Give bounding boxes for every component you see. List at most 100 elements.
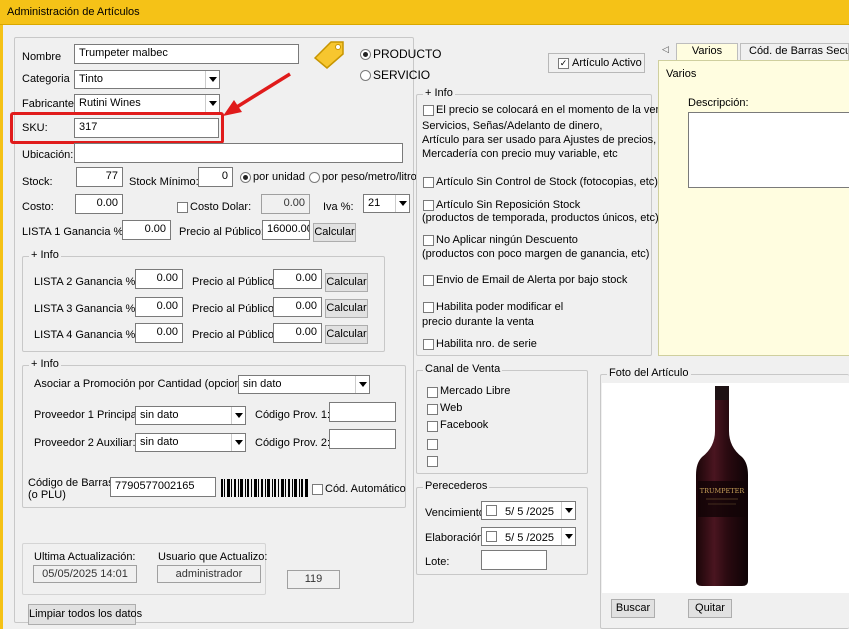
proveedor2-select[interactable]: sin dato: [135, 433, 246, 452]
producto-radio[interactable]: [360, 49, 371, 60]
canal-facebook-checkbox[interactable]: [427, 421, 438, 432]
lista2-ganancia-input[interactable]: 0.00: [135, 269, 183, 289]
vencimiento-date[interactable]: 5/ 5 /2025: [481, 501, 576, 520]
chevron-down-icon: [561, 502, 575, 519]
por-peso-radio[interactable]: [309, 172, 320, 183]
tab-varios[interactable]: Varios: [676, 43, 738, 60]
modificar-precio-checkbox[interactable]: [423, 302, 434, 313]
email-alerta-label: Envio de Email de Alerta por bajo stock: [436, 274, 628, 286]
codbarras-input[interactable]: 7790577002165: [110, 477, 216, 497]
quitar-button[interactable]: Quitar: [688, 599, 732, 618]
listas-group-title: + Info: [29, 249, 61, 261]
canal-extra2-checkbox[interactable]: [427, 456, 438, 467]
perecederos-title: Perecederos: [423, 480, 490, 492]
lista4-ganancia-input[interactable]: 0.00: [135, 323, 183, 343]
precio-publico-label: Precio al Público:: [192, 303, 277, 315]
costo-input[interactable]: 0.00: [75, 194, 123, 214]
tab-cod-barras-secundarios[interactable]: Cód. de Barras Secundarios: [740, 43, 849, 60]
precio-publico-label: Precio al Público:: [192, 329, 277, 341]
nro-serie-checkbox[interactable]: [423, 339, 434, 350]
nombre-input[interactable]: Trumpeter malbec: [74, 44, 299, 64]
codbarras-label: Código de Barras:: [28, 477, 117, 489]
lista4-precio-input[interactable]: 0.00: [273, 323, 322, 343]
stock-minimo-label: Stock Mínimo:: [129, 176, 199, 188]
descripcion-textarea[interactable]: [688, 112, 849, 188]
modificar-precio-label: Habilita poder modificar el: [436, 301, 564, 313]
tab-content: [658, 60, 849, 356]
articulo-activo-label: Artículo Activo: [572, 57, 642, 69]
costo-dolar-checkbox[interactable]: [177, 202, 188, 213]
chevron-down-icon: [231, 434, 245, 451]
proveedor1-label: Proveedor 1 Principal:: [34, 409, 143, 421]
lista2-label: LISTA 2 Ganancia %:: [34, 276, 139, 288]
lista3-ganancia-input[interactable]: 0.00: [135, 297, 183, 317]
canal-web-checkbox[interactable]: [427, 404, 438, 415]
precio-momento-checkbox[interactable]: [423, 105, 434, 116]
iva-select[interactable]: 21: [363, 194, 410, 213]
iva-label: Iva %:: [323, 201, 354, 213]
info-options-title: + Info: [423, 87, 455, 99]
chevron-down-icon: [355, 376, 369, 393]
elaboracion-label: Elaboración:: [425, 532, 487, 544]
proveedor1-select[interactable]: sin dato: [135, 406, 246, 425]
lote-input[interactable]: [481, 550, 547, 570]
canal-extra1-checkbox[interactable]: [427, 439, 438, 450]
vencimiento-checkbox[interactable]: [486, 505, 497, 516]
chevron-down-icon: [205, 95, 219, 112]
articulo-activo-checkbox[interactable]: ✓: [558, 58, 569, 69]
info2-group-title: + Info: [29, 358, 61, 370]
por-unidad-label: por unidad: [253, 171, 305, 183]
descripcion-label: Descripción:: [688, 97, 749, 109]
elaboracion-checkbox[interactable]: [486, 531, 497, 542]
nro-serie-label: Habilita nro. de serie: [436, 338, 537, 350]
limpiar-button[interactable]: Limpiar todos los datos: [28, 604, 142, 625]
lote-label: Lote:: [425, 556, 450, 568]
sku-input[interactable]: 317: [74, 118, 219, 138]
costo-dolar-input: 0.00: [261, 194, 310, 214]
promocion-value: sin dato: [243, 378, 282, 390]
lista1-input[interactable]: 0.00: [122, 220, 171, 240]
ubicacion-label: Ubicación:: [22, 149, 74, 161]
stock-input[interactable]: 77: [76, 167, 123, 187]
por-unidad-radio[interactable]: [240, 172, 251, 183]
lista3-precio-input[interactable]: 0.00: [273, 297, 322, 317]
barcode-icon: [221, 479, 308, 497]
canal-mercado-libre-checkbox[interactable]: [427, 387, 438, 398]
title-bar: Administración de Artículos: [0, 0, 849, 25]
precio1-input[interactable]: 16000.00: [262, 220, 310, 240]
cod-automatico-checkbox[interactable]: [312, 484, 323, 495]
no-descuento-desc: (productos con poco margen de ganancia, …: [422, 248, 650, 260]
servicio-radio[interactable]: [360, 70, 371, 81]
price-tag-icon: [312, 38, 346, 70]
calcular-button[interactable]: Calcular: [325, 299, 368, 318]
sin-control-stock-checkbox[interactable]: [423, 177, 434, 188]
precio-momento-label: El precio se colocará en el momento de l…: [436, 104, 671, 116]
email-alerta-checkbox[interactable]: [423, 275, 434, 286]
promocion-select[interactable]: sin dato: [238, 375, 370, 394]
calcular-button[interactable]: Calcular: [325, 325, 368, 344]
calcular-button[interactable]: Calcular: [313, 223, 356, 242]
sin-reposicion-checkbox[interactable]: [423, 200, 434, 211]
tab-scroll-left-icon[interactable]: ◁: [662, 44, 669, 55]
precio-momento-desc-1: Servicios, Señas/Adelanto de dinero,: [422, 120, 603, 132]
fabricante-select[interactable]: Rutini Wines: [74, 94, 220, 113]
chevron-down-icon: [395, 195, 409, 212]
ubicacion-input[interactable]: [74, 143, 403, 163]
calcular-button[interactable]: Calcular: [325, 273, 368, 292]
cod-prov1-input[interactable]: [329, 402, 396, 422]
no-descuento-checkbox[interactable]: [423, 235, 434, 246]
cod-prov2-label: Código Prov. 2:: [255, 437, 331, 449]
sin-control-stock-label: Artículo Sin Control de Stock (fotocopia…: [436, 176, 658, 188]
sin-reposicion-label: Artículo Sin Reposición Stock: [436, 199, 581, 211]
lista2-precio-input[interactable]: 0.00: [273, 269, 322, 289]
precio-momento-desc-3: Mercadería con precio muy variable, etc: [422, 148, 618, 160]
cod-prov2-input[interactable]: [329, 429, 396, 449]
nombre-label: Nombre: [22, 51, 62, 63]
buscar-button[interactable]: Buscar: [611, 599, 655, 618]
stock-minimo-input[interactable]: 0: [198, 167, 233, 187]
categoria-select[interactable]: Tinto: [74, 70, 220, 89]
elaboracion-date[interactable]: 5/ 5 /2025: [481, 527, 576, 546]
sin-reposicion-desc: (productos de temporada, productos único…: [422, 212, 659, 224]
vencimiento-label: Vencimiento:: [425, 507, 488, 519]
promocion-label: Asociar a Promoción por Cantidad (opcion…: [34, 378, 256, 390]
